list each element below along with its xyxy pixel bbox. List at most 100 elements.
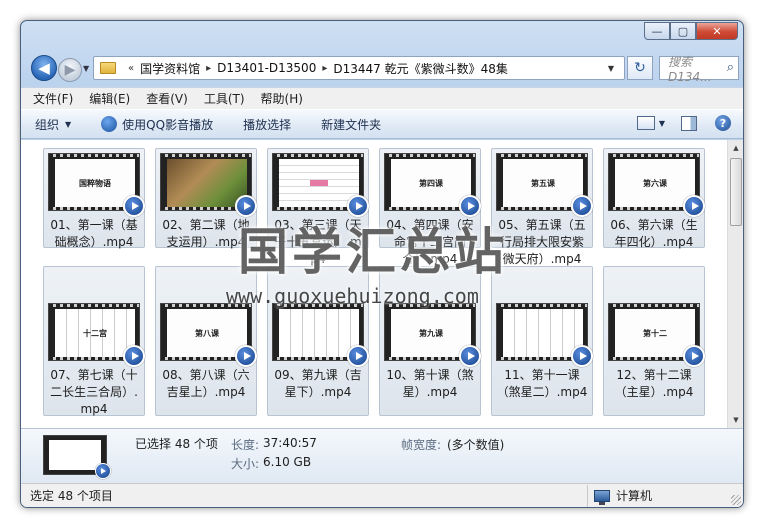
file-item[interactable]: 11、第十一课（煞星二）.mp4 [491, 266, 593, 416]
watermark-title: 国学汇总站 [238, 223, 508, 281]
slide-preview [279, 159, 359, 207]
slide-preview [279, 309, 359, 357]
length-value: 37:40:57 [263, 436, 317, 450]
video-thumbnail [160, 153, 257, 217]
close-button[interactable]: ✕ [696, 22, 738, 40]
minimize-button[interactable]: — [644, 22, 670, 40]
file-name: 11、第十一课（煞星二）.mp4 [496, 368, 588, 399]
menu-tools[interactable]: 工具(T) [204, 90, 245, 107]
play-with-qq-label: 使用QQ影音播放 [122, 117, 214, 132]
media-badge-icon [459, 345, 481, 367]
breadcrumb-segment[interactable]: D13401-D13500 [217, 61, 316, 75]
selection-count: 已选择 48 个项 [135, 437, 218, 451]
status-bar: 选定 48 个项目 计算机 [21, 483, 743, 507]
search-input[interactable]: 搜索 D134... ⌕ [659, 55, 739, 84]
slide-preview: 第十二 [615, 309, 695, 357]
media-badge-icon [571, 195, 593, 217]
video-thumbnail [496, 303, 593, 367]
file-item[interactable]: 第六课 06、第六课（生年四化）.mp4 [603, 148, 705, 249]
video-thumbnail: 第十二 [608, 303, 705, 367]
navigation-bar: ◀ ▶ ▼ « 国学资料馆 ▸ D13401-D13500 ▸ D13447 乾… [27, 53, 739, 84]
organize-label: 组织 [35, 117, 60, 132]
maximize-button[interactable]: ▢ [670, 22, 696, 40]
slide-preview: 第九课 [391, 309, 471, 357]
watermark-url: www.guoxuehuizong.com [226, 284, 479, 308]
chevron-down-icon[interactable]: ▼ [659, 119, 665, 128]
slide-preview: 十二宫 [55, 309, 135, 357]
media-badge-icon [123, 345, 145, 367]
video-thumbnail: 国粹物语 [48, 153, 145, 217]
media-badge-icon [347, 345, 369, 367]
file-name: 08、第八课（六吉星上）.mp4 [162, 368, 250, 399]
play-selection-button[interactable]: 播放选择 [243, 116, 291, 133]
breadcrumb-segment[interactable]: 国学资料馆 [140, 60, 200, 77]
refresh-button[interactable]: ↻ [627, 56, 653, 80]
overflow-chevron[interactable]: « [128, 63, 134, 74]
forward-button[interactable]: ▶ [58, 58, 82, 82]
breadcrumb-segment[interactable]: D13447 乾元《紫微斗数》48集 [333, 60, 508, 77]
command-bar: 组织 ▼ 使用QQ影音播放 播放选择 新建文件夹 ▼ ? [21, 109, 743, 139]
status-location: 计算机 [587, 484, 653, 507]
details-pane: 已选择 48 个项 长度: 37:40:57 大小: 6.10 GB 帧宽度: … [21, 428, 743, 483]
scroll-up-button[interactable]: ▲ [728, 140, 743, 156]
file-name: 07、第七课（十二长生三合局）.mp4 [50, 368, 138, 416]
preview-pane-icon[interactable] [681, 115, 697, 131]
slide-preview: 第五课 [503, 159, 583, 207]
video-thumbnail: 第四课 [384, 153, 481, 217]
play-with-qq-button[interactable]: 使用QQ影音播放 [101, 116, 213, 133]
slide-preview: 第八课 [167, 309, 247, 357]
new-folder-button[interactable]: 新建文件夹 [321, 116, 381, 133]
video-thumbnail: 第八课 [160, 303, 257, 367]
slide-preview: 国粹物语 [55, 159, 135, 207]
video-thumbnail: 第六课 [608, 153, 705, 217]
view-controls: ▼ ? [636, 115, 731, 131]
file-name: 01、第一课（基础概念）.mp4 [50, 218, 138, 249]
computer-icon [594, 489, 610, 505]
help-icon[interactable]: ? [715, 115, 731, 131]
video-thumbnail [272, 153, 369, 217]
slide-preview [503, 309, 583, 357]
menu-bar: 文件(F) 编辑(E) 查看(V) 工具(T) 帮助(H) [21, 87, 743, 109]
change-view-icon[interactable] [636, 116, 655, 130]
search-icon[interactable]: ⌕ [727, 60, 734, 75]
organize-button[interactable]: 组织 ▼ [35, 116, 71, 133]
file-name: 10、第十课（煞星）.mp4 [386, 368, 474, 399]
chevron-right-icon[interactable]: ▸ [206, 63, 211, 74]
qq-player-icon [101, 116, 118, 132]
file-item[interactable]: 国粹物语 01、第一课（基础概念）.mp4 [43, 148, 145, 249]
selection-thumbnail [43, 435, 111, 479]
back-button[interactable]: ◀ [31, 55, 57, 81]
video-thumbnail: 十二宫 [48, 303, 145, 367]
media-badge-icon [123, 195, 145, 217]
menu-view[interactable]: 查看(V) [146, 90, 188, 107]
video-thumbnail: 第九课 [384, 303, 481, 367]
scroll-down-button[interactable]: ▼ [728, 412, 743, 428]
menu-edit[interactable]: 编辑(E) [89, 90, 130, 107]
size-value: 6.10 GB [263, 455, 312, 469]
vertical-scrollbar[interactable]: ▲ ▼ [727, 140, 743, 428]
status-location-label: 计算机 [616, 489, 653, 503]
scroll-thumb[interactable] [730, 158, 742, 226]
file-item[interactable]: 十二宫 07、第七课（十二长生三合局）.mp4 [43, 266, 145, 416]
slide-preview: 第四课 [391, 159, 471, 207]
menu-help[interactable]: 帮助(H) [261, 90, 303, 107]
media-badge-icon [683, 345, 705, 367]
file-item[interactable]: 第十二 12、第十二课（主星）.mp4 [603, 266, 705, 416]
slide-preview: 第六课 [615, 159, 695, 207]
menu-file[interactable]: 文件(F) [33, 90, 73, 107]
address-dropdown-button[interactable]: ▼ [601, 56, 621, 80]
recent-pages-button[interactable]: ▼ [83, 64, 89, 73]
video-thumbnail [272, 303, 369, 367]
chevron-right-icon[interactable]: ▸ [322, 63, 327, 74]
file-name: 12、第十二课（主星）.mp4 [614, 368, 694, 399]
media-badge-icon [95, 463, 111, 479]
status-text: 选定 48 个项目 [30, 489, 113, 503]
caption-buttons: — ▢ ✕ [644, 22, 738, 40]
resize-grip[interactable] [731, 495, 741, 505]
size-label: 大小: [231, 457, 260, 471]
frame-width-label: 帧宽度: [401, 438, 442, 452]
media-badge-icon [571, 345, 593, 367]
slide-preview [167, 159, 247, 207]
address-bar[interactable]: « 国学资料馆 ▸ D13401-D13500 ▸ D13447 乾元《紫微斗数… [93, 56, 625, 80]
frame-width-value: (多个数值) [447, 438, 505, 452]
